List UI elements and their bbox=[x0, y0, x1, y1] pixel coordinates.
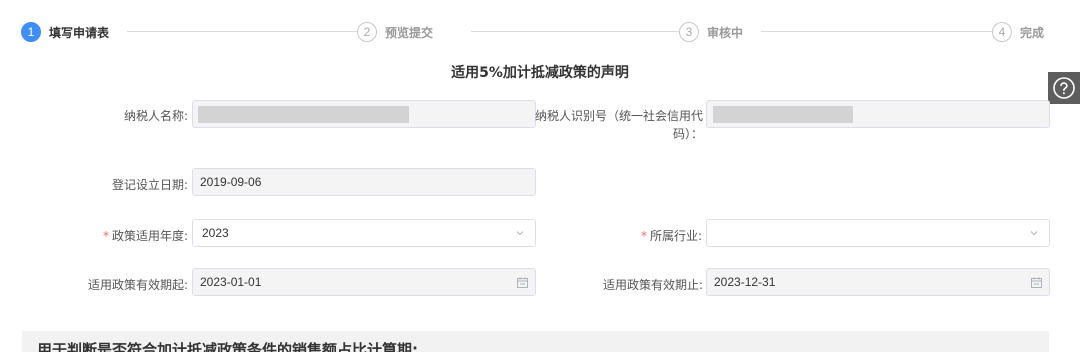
progress-steps: 1 填写申请表 2 预览提交 3 审核中 4 完成 bbox=[21, 21, 1046, 43]
industry-label-text: 所属行业: bbox=[649, 229, 702, 243]
step-number: 2 bbox=[357, 22, 377, 42]
question-circle-icon bbox=[1053, 77, 1075, 99]
page-title: 适用5%加计抵减政策的声明 bbox=[451, 65, 629, 81]
reg-date-field[interactable]: 2019-09-06 bbox=[192, 168, 536, 196]
reg-date-label: 登记设立日期: bbox=[111, 178, 188, 192]
policy-year-select[interactable]: 2023 bbox=[192, 219, 536, 247]
chevron-down-icon bbox=[516, 231, 524, 236]
step-connector bbox=[127, 31, 359, 32]
step-fill-form: 1 填写申请表 bbox=[21, 21, 120, 43]
industry-select[interactable] bbox=[706, 219, 1050, 247]
step-complete: 4 完成 bbox=[992, 21, 1045, 43]
policy-year-label-text: 政策适用年度: bbox=[111, 229, 188, 243]
step-label: 填写申请表 bbox=[49, 25, 110, 40]
step-label: 预览提交 bbox=[385, 25, 434, 40]
taxpayer-id-label: 纳税人识别号（统一社会信用代 码）： bbox=[535, 107, 703, 143]
taxpayer-name-field[interactable] bbox=[192, 100, 536, 128]
step-under-review: 3 审核中 bbox=[679, 21, 754, 43]
calendar-icon bbox=[517, 277, 528, 288]
end-date-field[interactable]: 2023-12-31 bbox=[706, 268, 1050, 296]
required-mark: * bbox=[640, 229, 647, 243]
policy-year-value: 2023 bbox=[202, 226, 229, 240]
required-mark: * bbox=[102, 229, 109, 243]
chevron-down-icon bbox=[1030, 231, 1038, 236]
start-date-value: 2023-01-01 bbox=[200, 275, 262, 289]
help-button[interactable] bbox=[1048, 72, 1080, 104]
end-date-value: 2023-12-31 bbox=[714, 275, 776, 289]
redacted-mask bbox=[198, 106, 409, 123]
redacted-mask bbox=[713, 106, 853, 123]
taxpayer-name-label: 纳税人名称: bbox=[123, 109, 188, 123]
step-number: 3 bbox=[679, 22, 699, 42]
step-number: 1 bbox=[21, 22, 41, 42]
industry-label: * 所属行业: bbox=[641, 227, 702, 244]
calendar-icon bbox=[1031, 277, 1042, 288]
step-preview-submit: 2 预览提交 bbox=[357, 21, 444, 43]
taxpayer-id-label-line2: 码）： bbox=[672, 127, 703, 141]
step-connector bbox=[761, 31, 997, 32]
policy-year-label: * 政策适用年度: bbox=[103, 227, 188, 244]
start-date-label: 适用政策有效期起: bbox=[87, 278, 188, 292]
end-date-label: 适用政策有效期止: bbox=[602, 278, 703, 292]
step-connector bbox=[471, 31, 683, 32]
step-number: 4 bbox=[992, 22, 1012, 42]
taxpayer-id-label-line1: 纳税人识别号（统一社会信用代 bbox=[534, 109, 703, 123]
taxpayer-id-field[interactable] bbox=[706, 100, 1050, 128]
start-date-field[interactable]: 2023-01-01 bbox=[192, 268, 536, 296]
step-label: 完成 bbox=[1020, 25, 1045, 40]
section-header: 用于判断是否符合加计抵减政策条件的销售额占比计算期: bbox=[22, 331, 1049, 352]
step-label: 审核中 bbox=[707, 25, 744, 40]
